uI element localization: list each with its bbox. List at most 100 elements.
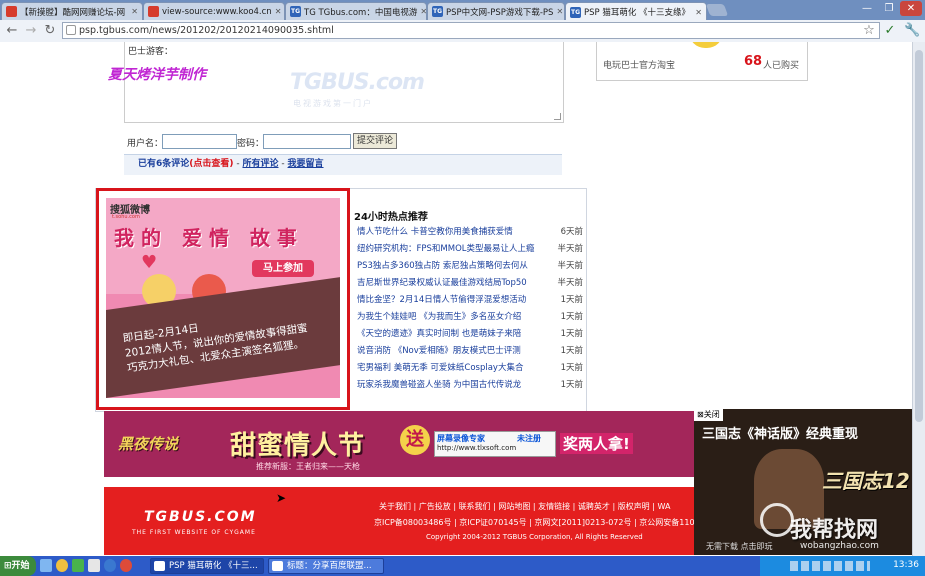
tab-3[interactable]: TG TG TGbus.com：中国电视游 ✕ bbox=[285, 2, 427, 20]
sohu-weibo-ad[interactable]: 搜狐微博 t.sohu.com 我的 爱情 故事 马上参加 ♥ 即日起-2月14… bbox=[96, 188, 350, 410]
footer-link[interactable]: WA bbox=[657, 502, 670, 511]
hot-item-time: 1天前 bbox=[560, 380, 583, 390]
page-scrollbar[interactable] bbox=[912, 42, 925, 556]
hot-item[interactable]: PS3独占多360独占防 索尼独占策略何去何从 半天前 bbox=[357, 258, 583, 275]
tab-1[interactable]: 【新摸膛】酷网网赚论坛-网 ✕ bbox=[1, 2, 143, 20]
extension-icon[interactable]: ✓ bbox=[882, 23, 898, 39]
popup-close-button[interactable]: ⊠关闭 bbox=[694, 409, 723, 421]
tray-icons[interactable] bbox=[790, 561, 870, 571]
scrollbar-thumb[interactable] bbox=[915, 50, 923, 422]
minimize-icon[interactable]: — bbox=[856, 1, 878, 16]
quicklaunch-icon[interactable] bbox=[40, 559, 52, 572]
taskbar-item-label: PSP 猫耳萌化 《十三... bbox=[169, 561, 258, 571]
watermark-logo-icon bbox=[760, 503, 794, 537]
hot-item-title[interactable]: 宅男福利 美萌无季 可爱妹纸Cosplay大集合 bbox=[357, 363, 523, 373]
tgbus-watermark-logo: TGBUS.com bbox=[290, 70, 425, 95]
page-icon bbox=[66, 25, 76, 35]
banner-headline: 甜蜜情人节 bbox=[230, 431, 366, 461]
comment-box[interactable]: 巴士游客： 夏天烤洋芋制作 TGBUS.com 电视游戏第一门户 bbox=[108, 42, 564, 123]
view-comments-link[interactable]: (点击查看) bbox=[189, 159, 233, 169]
web-page: 巴士游客： 夏天烤洋芋制作 TGBUS.com 电视游戏第一门户 用户名： 密码… bbox=[0, 42, 925, 556]
hot-item-title[interactable]: 情人节吃什么 卡普空教你用美食捕获爱情 bbox=[357, 227, 513, 237]
join-now-button[interactable]: 马上参加 bbox=[252, 260, 314, 277]
hot-item-time: 半天前 bbox=[557, 244, 583, 254]
resize-handle-icon[interactable] bbox=[554, 113, 561, 120]
quicklaunch-icon[interactable] bbox=[72, 559, 84, 572]
hot-item-title[interactable]: 说音消防 《Nov爱相随》朋友模式巴士评测 bbox=[357, 346, 521, 356]
hot-item[interactable]: 宅男福利 美萌无季 可爱妹纸Cosplay大集合 1天前 bbox=[357, 360, 583, 377]
tab-2[interactable]: view-source:www.koo4.cn ✕ bbox=[143, 2, 285, 20]
tab-5-active[interactable]: TG PSP 猫耳萌化 《十三支缘》 ✕ bbox=[565, 2, 707, 21]
ad-title: 我的 爱情 故事 bbox=[114, 226, 304, 250]
maximize-icon[interactable]: ❐ bbox=[878, 1, 900, 16]
close-window-icon[interactable]: ✕ bbox=[900, 1, 922, 16]
footer-link[interactable]: 关于我们 bbox=[379, 502, 411, 511]
hot-item[interactable]: 情人节吃什么 卡普空教你用美食捕获爱情 6天前 bbox=[357, 224, 583, 241]
prize-text: 奖两人拿! bbox=[560, 433, 633, 454]
leave-comment-link[interactable]: 我要留言 bbox=[288, 159, 324, 169]
url-text: psp.tgbus.com/news/201202/20120214090035… bbox=[79, 25, 334, 36]
quicklaunch-icon[interactable] bbox=[104, 559, 116, 572]
username-input[interactable] bbox=[162, 134, 237, 149]
hot-item-title[interactable]: 纽约研究机构：FPS和MMOL类型最易让人上瘾 bbox=[357, 244, 535, 254]
tab-label: 【新摸膛】酷网网赚论坛-网 bbox=[20, 7, 126, 18]
hot-item[interactable]: 《天空的遗迹》真实时间制 也是萌妹子来陪 1天前 bbox=[357, 326, 583, 343]
hot-item-title[interactable]: 吉尼斯世界纪录权威认证最佳游戏结局Top50 bbox=[357, 278, 527, 288]
close-tab-icon[interactable]: ✕ bbox=[553, 7, 563, 16]
hot-item[interactable]: 为我生个娃娃吧 《为我而生》多名巫女介绍 1天前 bbox=[357, 309, 583, 326]
taskbar-item[interactable]: PSP 猫耳萌化 《十三... bbox=[150, 558, 264, 574]
new-tab-button[interactable] bbox=[705, 4, 729, 16]
quicklaunch-icon[interactable] bbox=[56, 559, 68, 572]
shop-label[interactable]: 电玩巴士官方淘宝 bbox=[603, 58, 675, 71]
footer-link[interactable]: 广告投放 bbox=[419, 502, 451, 511]
footer-copyright: Copyright 2004-2012 TGBUS Corporation, A… bbox=[426, 533, 643, 541]
site-favicon-icon bbox=[6, 6, 17, 17]
tgbus-favicon-icon: TG bbox=[290, 6, 301, 17]
mouse-cursor-icon: ➤ bbox=[276, 491, 287, 505]
all-comments-link[interactable]: 所有评论 bbox=[243, 159, 279, 169]
hot-item-time: 1天前 bbox=[560, 295, 583, 305]
hot-item-title[interactable]: PS3独占多360独占防 索尼独占策略何去何从 bbox=[357, 261, 528, 271]
chrome-quicklaunch-icon[interactable] bbox=[120, 559, 132, 572]
hot-item[interactable]: 纽约研究机构：FPS和MMOL类型最易让人上瘾 半天前 bbox=[357, 241, 583, 258]
recorder-name: 屏幕录像专家 bbox=[437, 434, 485, 443]
footer-link[interactable]: 网站地图 bbox=[498, 502, 530, 511]
close-tab-icon[interactable]: ✕ bbox=[128, 7, 138, 16]
hot-item-title[interactable]: 情比金坚？2月14日情人节偷得浮混爱想活动 bbox=[357, 295, 526, 305]
close-tab-icon[interactable]: ✕ bbox=[692, 8, 702, 17]
hot-item-title[interactable]: 《天空的遗迹》真实时间制 也是萌妹子来陪 bbox=[357, 329, 521, 339]
password-input[interactable] bbox=[263, 134, 351, 149]
heart-icon: ♥ bbox=[141, 252, 158, 273]
valentine-banner[interactable]: 黑夜传说 甜蜜情人节 送 屏幕录像专家 未注册 http://www.tlxso… bbox=[104, 411, 694, 477]
hot-item[interactable]: 吉尼斯世界纪录权威认证最佳游戏结局Top50 半天前 bbox=[357, 275, 583, 292]
sohu-url: t.sohu.com bbox=[112, 214, 140, 220]
comment-count-link[interactable]: 已有6条评论 bbox=[138, 159, 189, 169]
hot-item[interactable]: 说音消防 《Nov爱相随》朋友模式巴士评测 1天前 bbox=[357, 343, 583, 360]
quicklaunch-icon[interactable] bbox=[88, 559, 100, 572]
username-label: 用户名： bbox=[127, 139, 164, 149]
tgbus-favicon-icon: TG bbox=[570, 6, 581, 18]
hot-item[interactable]: 情比金坚？2月14日情人节偷得浮混爱想活动 1天前 bbox=[357, 292, 583, 309]
icp-item: 京ICP证070145号 bbox=[459, 518, 527, 527]
hot-item-title[interactable]: 玩家杀我魔兽碰盗人坐骑 为中国古代传说龙 bbox=[357, 380, 521, 390]
footer-link[interactable]: 联系我们 bbox=[459, 502, 491, 511]
reload-icon[interactable]: ↻ bbox=[42, 23, 58, 39]
taskbar-item[interactable]: 标题：分享百度联盟... bbox=[268, 558, 384, 574]
forward-icon[interactable]: → bbox=[23, 23, 39, 39]
footer-link[interactable]: 诚聘英才 bbox=[578, 502, 610, 511]
wrench-icon[interactable]: 🔧 bbox=[904, 23, 920, 39]
footer-link[interactable]: 友情链接 bbox=[538, 502, 570, 511]
address-bar[interactable]: psp.tgbus.com/news/201202/20120214090035… bbox=[62, 22, 880, 39]
close-tab-icon[interactable]: ✕ bbox=[417, 7, 426, 16]
hot-item[interactable]: 玩家杀我魔兽碰盗人坐骑 为中国古代传说龙 1天前 bbox=[357, 377, 583, 394]
tgbus-watermark-subtitle: 电视游戏第一门户 bbox=[293, 99, 373, 108]
start-button[interactable]: ⊞开始 bbox=[0, 556, 36, 576]
hot-item-title[interactable]: 为我生个娃娃吧 《为我而生》多名巫女介绍 bbox=[357, 312, 521, 322]
footer-link[interactable]: 版权声明 bbox=[618, 502, 650, 511]
back-icon[interactable]: ← bbox=[4, 23, 20, 39]
submit-comment-button[interactable]: 提交评论 bbox=[353, 133, 397, 149]
close-tab-icon[interactable]: ✕ bbox=[272, 7, 282, 16]
hot-item-time: 1天前 bbox=[560, 363, 583, 373]
bookmark-star-icon[interactable]: ☆ bbox=[861, 23, 877, 39]
tab-4[interactable]: TG PSP中文网-PSP游戏下载-PS ✕ bbox=[427, 2, 565, 20]
